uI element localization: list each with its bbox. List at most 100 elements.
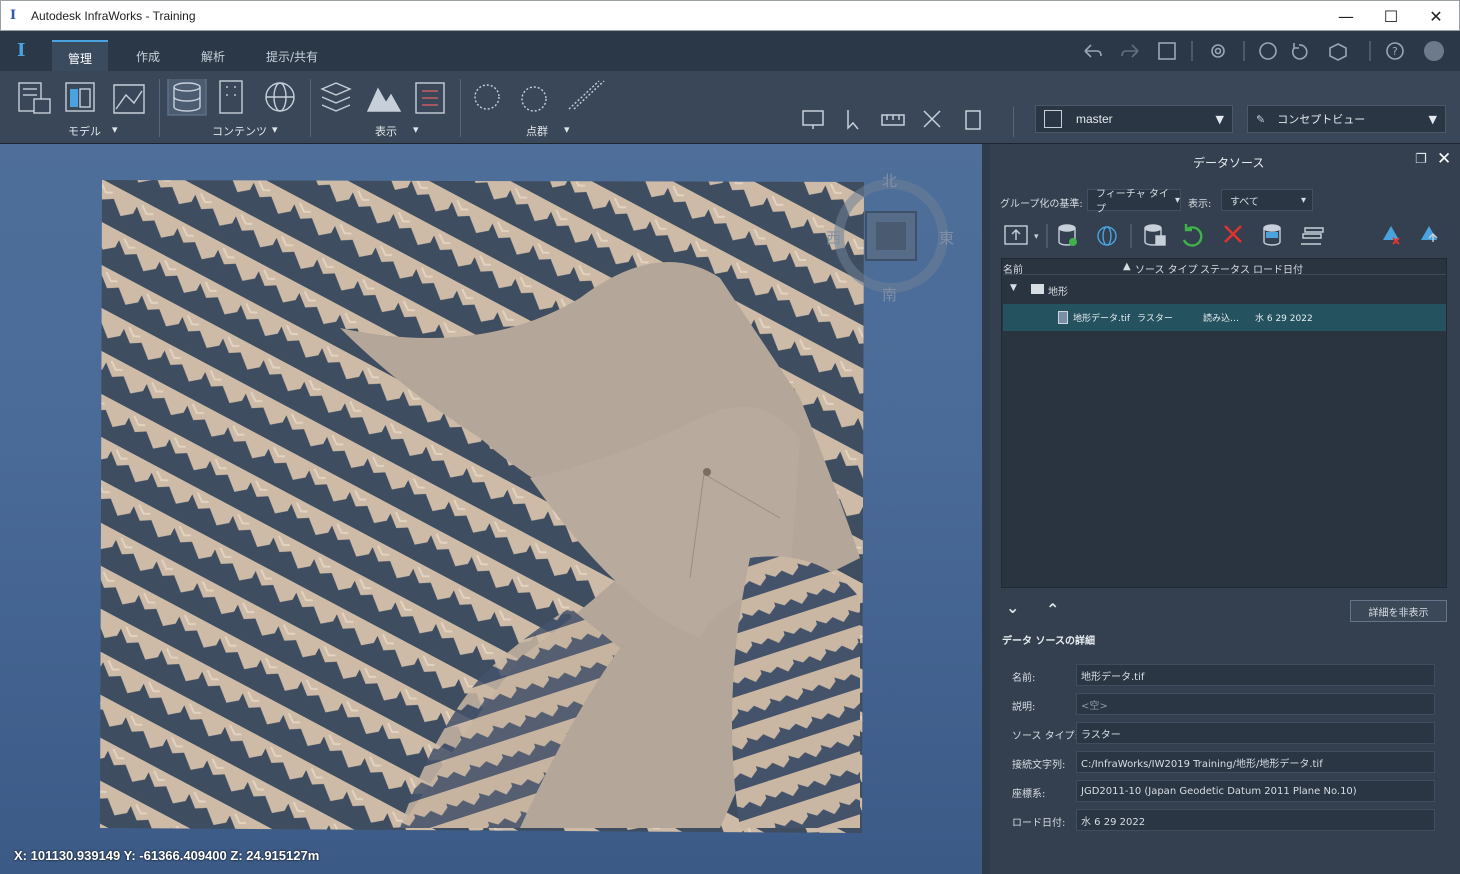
item-source-type: ラスター <box>1137 314 1173 324</box>
select-arrow-icon <box>847 110 859 130</box>
coordinate-readout: X: 101130.939149 Y: -61366.409400 Z: 24.… <box>14 848 320 863</box>
visual-style-dropdown[interactable]: ✎ コンセプトビュー ▼ <box>1247 105 1446 133</box>
hide-details-button[interactable]: 詳細を非表示 <box>1350 600 1447 622</box>
model-icon <box>1329 43 1347 61</box>
top-toolbar: ? <box>1084 41 1444 61</box>
point-cloud-icon <box>474 80 605 112</box>
proposal-dropdown[interactable]: master ▼ <box>1035 105 1233 133</box>
collapse-arrow-icon[interactable]: ▼ <box>1010 283 1017 293</box>
detail-label-connection: 接続文字列: <box>1012 760 1066 771</box>
stack-icon <box>1301 227 1324 245</box>
add-database-icon <box>1058 224 1077 246</box>
globe-network-icon <box>265 82 295 112</box>
settings-icon <box>1211 44 1225 58</box>
column-load-date[interactable]: ロード日付 <box>1253 261 1303 276</box>
detail-value-load-date[interactable]: 水 6 29 2022 <box>1076 809 1435 831</box>
terrain-model[interactable] <box>100 178 866 838</box>
details-title: データ ソースの詳細 <box>1002 636 1095 647</box>
tab-analyze[interactable]: 解析 <box>185 40 241 71</box>
close-button[interactable]: ✕ <box>1413 1 1459 31</box>
detail-value-source-type[interactable]: ラスター <box>1076 722 1435 744</box>
item-status: 読み込… <box>1203 314 1240 324</box>
collapse-all-icon[interactable]: ⌃ <box>1046 600 1059 619</box>
detail-value-description[interactable]: <空> <box>1076 693 1435 715</box>
ribbon-icons <box>18 79 605 116</box>
tab-manage[interactable]: 管理 <box>52 40 109 71</box>
app-icon: I <box>10 8 17 23</box>
tab-present-share[interactable]: 提示/共有 <box>250 40 334 71</box>
column-status[interactable]: ステータス <box>1200 261 1250 276</box>
ribbon-separator <box>1013 107 1014 137</box>
compass-east[interactable]: 東 <box>939 227 954 248</box>
upload-shape-icon <box>1421 226 1438 242</box>
column-name[interactable]: 名前 <box>1003 261 1023 276</box>
detail-value-name[interactable]: 地形データ.tif <box>1076 664 1435 686</box>
proposal-icon <box>1044 110 1062 128</box>
refresh-icon <box>1291 43 1308 60</box>
compass-north[interactable]: 北 <box>882 170 897 191</box>
chevron-down-icon[interactable]: ▾ <box>564 123 570 136</box>
minimize-button[interactable]: — <box>1323 1 1369 31</box>
chevron-down-icon: ▼ <box>1215 112 1224 126</box>
detail-value-coordinate-system[interactable]: JGD2011-10 (Japan Geodetic Datum 2011 Pl… <box>1076 780 1435 802</box>
group-pointcloud-label[interactable]: 点群 <box>526 123 548 139</box>
visual-style-value: コンセプトビュー <box>1277 113 1366 126</box>
tab-create[interactable]: 作成 <box>120 40 176 71</box>
expand-all-icon[interactable]: ⌄ <box>1006 598 1019 617</box>
redo-icon <box>1121 44 1139 58</box>
chevron-down-icon[interactable]: ▾ <box>413 123 419 136</box>
compass-south[interactable]: 南 <box>882 284 897 305</box>
tree-row-selected[interactable]: 地形データ.tif ラスター 読み込… 水 6 29 2022 <box>1003 304 1446 331</box>
building-icon <box>219 80 243 114</box>
detail-label-load-date: ロード日付: <box>1012 818 1066 829</box>
svg-text:?: ? <box>1392 45 1398 58</box>
detail-value-connection[interactable]: C:/InfraWorks/IW2019 Training/地形/地形データ.t… <box>1076 751 1435 773</box>
tree-header: 名前 ▲ ソース タイプ ステータス ロード日付 <box>1003 261 1446 276</box>
monitor-icon <box>802 110 824 129</box>
ribbon: モデル ▾ コンテンツ ▾ 表示 ▾ 点群 ▾ master ▼ ✎ コンセプト… <box>0 71 1460 144</box>
show-value: すべて <box>1230 196 1259 208</box>
clipboard-icon <box>965 110 981 130</box>
model-builder-icon <box>18 82 51 114</box>
chevron-down-icon: ▾ <box>1174 194 1180 206</box>
panel-title: データソース <box>1193 156 1265 170</box>
window-title: Autodesk InfraWorks - Training <box>31 9 196 23</box>
layout-icon <box>65 82 95 112</box>
restore-window-icon[interactable]: ❐ <box>1415 152 1427 167</box>
panel-toolbar: ▾ <box>1004 224 1438 248</box>
layers-icon <box>320 82 352 112</box>
ribbon-separator <box>460 79 461 137</box>
tools-cross-icon <box>923 110 941 128</box>
tree-folder-label[interactable]: 地形 <box>1048 283 1068 298</box>
group-by-dropdown[interactable]: フィーチャ タイプ ▾ <box>1087 189 1181 215</box>
group-model-label[interactable]: モデル <box>68 123 101 139</box>
show-dropdown[interactable]: すべて ▾ <box>1221 189 1313 211</box>
mountains-icon <box>366 87 402 112</box>
pencil-icon: ✎ <box>1256 112 1266 126</box>
configure-source-icon <box>1144 224 1166 246</box>
panel-splitter[interactable] <box>982 144 990 874</box>
chevron-down-icon[interactable]: ▾ <box>272 123 278 136</box>
measure-icon <box>881 114 905 126</box>
refresh-source-icon <box>1182 224 1203 247</box>
user-avatar-icon <box>1424 41 1444 61</box>
column-source-type[interactable]: ソース タイプ <box>1135 261 1198 276</box>
sort-ascending-icon: ▲ <box>1123 261 1131 272</box>
undo-icon <box>1084 44 1102 58</box>
compass-west[interactable]: 西 <box>826 227 841 248</box>
maximize-button[interactable]: ☐ <box>1368 1 1414 31</box>
ribbon-separator <box>159 79 160 137</box>
group-content-label[interactable]: コンテンツ <box>212 123 267 139</box>
group-by-label: グループ化の基準: <box>1000 199 1083 210</box>
item-load-date: 水 6 29 2022 <box>1255 314 1313 324</box>
infraworks-logo-icon[interactable]: I <box>17 40 25 61</box>
group-by-value: フィーチャ タイプ <box>1096 189 1169 215</box>
group-display-label[interactable]: 表示 <box>375 123 397 139</box>
globe-icon <box>1259 42 1277 60</box>
delete-source-icon <box>1224 225 1242 243</box>
folder-icon <box>1031 284 1044 294</box>
chevron-down-icon[interactable]: ▾ <box>112 123 118 136</box>
list-icon <box>415 82 445 114</box>
close-panel-icon[interactable]: ✕ <box>1437 149 1451 169</box>
file-icon <box>1058 311 1068 324</box>
